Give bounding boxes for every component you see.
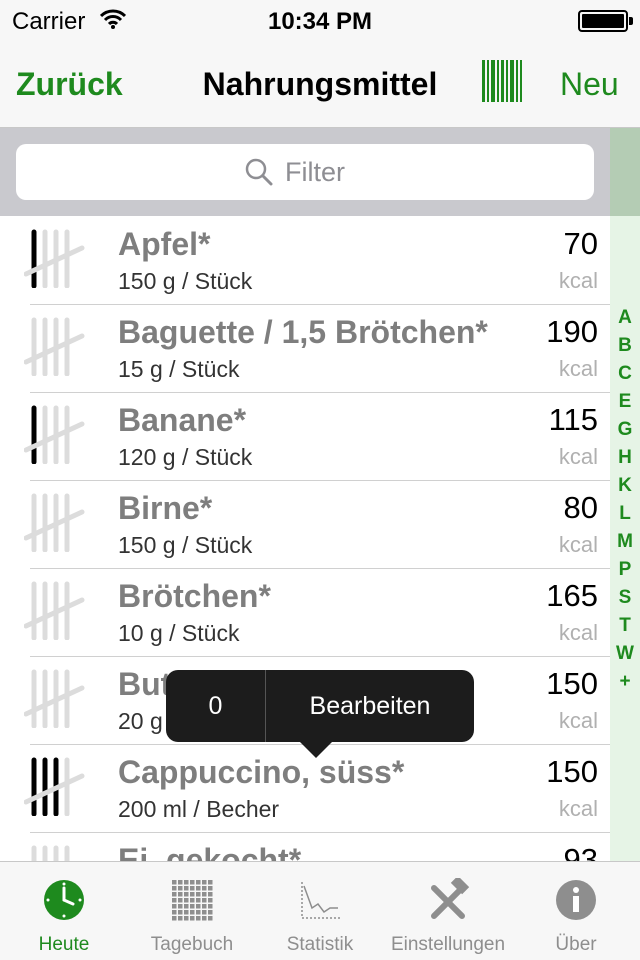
tools-icon bbox=[426, 875, 470, 922]
index-letter[interactable]: T bbox=[619, 612, 631, 640]
row-popover: 0 Bearbeiten bbox=[166, 670, 474, 758]
index-letter[interactable]: G bbox=[618, 416, 633, 444]
battery-icon bbox=[578, 10, 633, 32]
food-portion: 150 g / Stück bbox=[118, 268, 253, 294]
food-kcal-value: 165 bbox=[546, 578, 598, 613]
status-bar: Carrier 10:34 PM bbox=[0, 0, 640, 40]
chart-icon bbox=[298, 878, 342, 922]
tally-icon[interactable] bbox=[24, 402, 86, 464]
food-kcal-value: 115 bbox=[548, 402, 598, 437]
food-kcal-unit: kcal bbox=[558, 268, 598, 293]
back-button[interactable]: Zurück bbox=[16, 66, 123, 103]
food-name: Ei, gekocht* bbox=[118, 842, 302, 861]
tab-einstellungen[interactable]: Einstellungen bbox=[384, 862, 512, 960]
tab-heute[interactable]: Heute bbox=[0, 862, 128, 960]
tally-icon[interactable] bbox=[24, 842, 86, 861]
barcode-icon[interactable] bbox=[482, 60, 522, 102]
index-letter[interactable]: + bbox=[619, 668, 630, 696]
food-kcal-unit: kcal bbox=[558, 796, 598, 821]
list-item[interactable]: Banane* 120 g / Stück 115 kcal bbox=[0, 392, 610, 481]
tab-label: Über bbox=[555, 934, 597, 955]
food-name: Apfel* bbox=[118, 226, 211, 262]
tally-icon[interactable] bbox=[24, 754, 86, 816]
food-portion: 150 g / Stück bbox=[118, 532, 253, 558]
index-letter[interactable]: H bbox=[618, 444, 632, 472]
search-field[interactable] bbox=[16, 144, 594, 200]
food-kcal-unit: kcal bbox=[558, 708, 598, 733]
food-name: Birne* bbox=[118, 490, 213, 526]
food-name: Cappuccino, süss* bbox=[118, 754, 405, 790]
calendar-grid-icon bbox=[170, 878, 214, 922]
clock-icon bbox=[42, 878, 86, 922]
tally-icon[interactable] bbox=[24, 314, 86, 376]
tally-icon[interactable] bbox=[24, 666, 86, 728]
index-letter[interactable]: B bbox=[618, 332, 632, 360]
status-time: 10:34 PM bbox=[267, 8, 373, 35]
index-letter[interactable]: L bbox=[619, 500, 631, 528]
index-letter[interactable]: M bbox=[617, 528, 633, 556]
food-portion: 200 ml / Becher bbox=[118, 796, 280, 822]
section-index[interactable]: A B C E G H K L M P S T W + bbox=[610, 216, 640, 861]
food-kcal-unit: kcal bbox=[558, 620, 598, 645]
index-letter[interactable]: P bbox=[619, 556, 632, 584]
search-bar bbox=[0, 128, 610, 216]
index-letter[interactable]: C bbox=[618, 360, 632, 388]
tab-bar: Heute Tagebuch Statistik Einstellungen Über bbox=[0, 861, 640, 960]
food-portion: 120 g / Stück bbox=[118, 444, 253, 470]
list-item[interactable]: Apfel* 150 g / Stück 70 kcal bbox=[0, 216, 610, 305]
search-input[interactable] bbox=[285, 156, 365, 188]
food-kcal-unit: kcal bbox=[558, 356, 598, 381]
popover-count-button[interactable]: 0 bbox=[166, 670, 266, 742]
tally-icon[interactable] bbox=[24, 490, 86, 552]
tally-icon[interactable] bbox=[24, 226, 86, 288]
tally-icon[interactable] bbox=[24, 578, 86, 640]
popover-edit-button[interactable]: Bearbeiten bbox=[266, 670, 474, 742]
index-letter[interactable]: K bbox=[618, 472, 632, 500]
food-kcal-value: 70 bbox=[563, 226, 598, 261]
tab-label: Tagebuch bbox=[150, 934, 234, 955]
tab-label: Einstellungen bbox=[390, 934, 506, 955]
index-letter[interactable]: W bbox=[616, 640, 634, 668]
navigation-bar: Zurück Nahrungsmittel Neu bbox=[0, 40, 640, 128]
food-portion: 15 g / Stück bbox=[118, 356, 240, 382]
list-item[interactable]: Brötchen* 10 g / Stück 165 kcal bbox=[0, 568, 610, 657]
index-header bbox=[610, 128, 640, 216]
search-icon bbox=[245, 158, 273, 186]
food-name: Banane* bbox=[118, 402, 247, 438]
food-kcal-value: 93 bbox=[563, 842, 598, 861]
info-icon bbox=[554, 878, 598, 922]
index-letter[interactable]: E bbox=[619, 388, 632, 416]
page-title: Nahrungsmittel bbox=[202, 66, 438, 102]
list-item[interactable]: Ei, gekocht*93kcal bbox=[0, 832, 610, 861]
food-kcal-value: 190 bbox=[546, 314, 598, 349]
food-kcal-value: 150 bbox=[546, 666, 598, 701]
popover-arrow bbox=[300, 742, 332, 758]
food-name: Brötchen* bbox=[118, 578, 271, 614]
food-list[interactable]: Apfel* 150 g / Stück 70 kcal Baguette / 1,5 … bbox=[0, 216, 610, 861]
food-kcal-value: 80 bbox=[563, 490, 598, 525]
food-kcal-value: 150 bbox=[546, 754, 598, 789]
list-item[interactable]: Birne* 150 g / Stück 80 kcal bbox=[0, 480, 610, 569]
food-portion: 10 g / Stück bbox=[118, 620, 240, 646]
tab-label: Statistik bbox=[286, 934, 354, 955]
food-kcal-unit: kcal bbox=[558, 444, 598, 469]
food-kcal-unit: kcal bbox=[558, 532, 598, 557]
index-letter[interactable]: A bbox=[618, 304, 632, 332]
tab-tagebuch[interactable]: Tagebuch bbox=[128, 862, 256, 960]
list-item[interactable]: Baguette / 1,5 Brötchen* 15 g / Stück 190 k… bbox=[0, 304, 610, 393]
new-button[interactable]: Neu bbox=[560, 66, 619, 103]
tab-label: Heute bbox=[38, 934, 90, 955]
tab-statistik[interactable]: Statistik bbox=[256, 862, 384, 960]
index-letter[interactable]: S bbox=[619, 584, 632, 612]
tab--ber[interactable]: Über bbox=[512, 862, 640, 960]
food-name: Baguette / 1,5 Brötchen* bbox=[118, 314, 488, 350]
